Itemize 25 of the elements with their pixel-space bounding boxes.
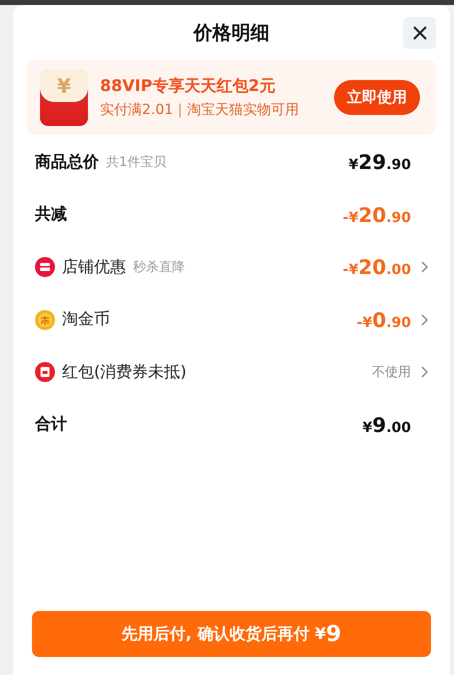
row-note: 共1件宝贝 bbox=[106, 154, 166, 172]
price: -¥20.00 bbox=[342, 255, 411, 280]
pay-later-button[interactable]: 先用后付, 确认收货后再付 ¥9 bbox=[32, 611, 431, 657]
sheet-title: 价格明细 bbox=[194, 20, 270, 46]
row-label: 店铺优惠 bbox=[62, 256, 126, 278]
row-label: 商品总价 bbox=[35, 152, 99, 173]
yuan-icon: ¥ bbox=[40, 70, 88, 102]
row-label: 红包(消费券未抵) bbox=[62, 362, 186, 383]
row-value[interactable]: 不使用 bbox=[372, 363, 411, 382]
price: -¥20.90 bbox=[342, 202, 411, 227]
row-label: 共减 bbox=[35, 204, 67, 226]
row-label: 淘金币 bbox=[62, 309, 110, 330]
chevron-icon bbox=[420, 366, 428, 378]
row-label: 合计 bbox=[35, 414, 67, 436]
chevron-icon bbox=[420, 314, 428, 326]
promo-subtitle: 实付满2.01｜淘宝天猫实物可用 bbox=[100, 101, 300, 119]
promo-title: 88VIP专享天天红包2元 bbox=[100, 76, 276, 97]
price: ¥29.90 bbox=[348, 150, 411, 174]
close-button[interactable] bbox=[403, 17, 436, 49]
row-note: 秒杀直降 bbox=[133, 259, 185, 276]
chevron-icon bbox=[420, 261, 428, 274]
use-now-button[interactable]: 立即使用 bbox=[334, 80, 420, 115]
close-icon bbox=[412, 25, 428, 41]
price: ¥9.00 bbox=[362, 412, 411, 437]
price: -¥0.90 bbox=[356, 308, 411, 332]
